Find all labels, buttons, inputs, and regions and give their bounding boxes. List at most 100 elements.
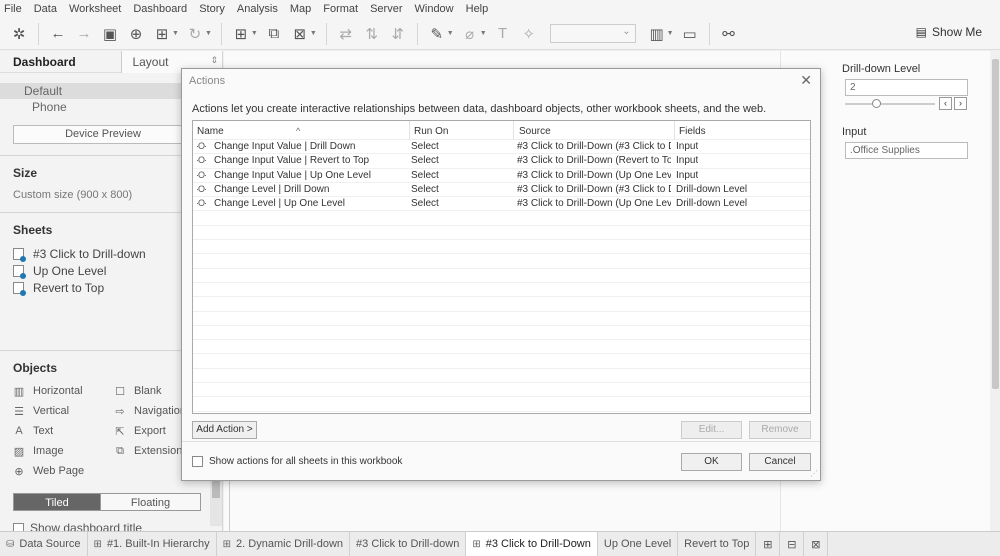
- dialog-title: Actions: [189, 75, 226, 87]
- menu-file[interactable]: File: [4, 3, 22, 15]
- sort-ascending-icon[interactable]: ⇅: [361, 23, 383, 45]
- close-icon[interactable]: ✕: [800, 72, 812, 89]
- tab-built-in-hierarchy[interactable]: ⊞ #1. Built-In Hierarchy: [88, 531, 217, 556]
- chevron-down-icon[interactable]: ▼: [667, 30, 674, 37]
- show-me-button[interactable]: ▤ Show Me: [916, 25, 982, 39]
- new-datasource-icon[interactable]: ⊕: [125, 23, 147, 45]
- table-row[interactable]: ·O· Change Input Value | Drill Down Sele…: [193, 140, 810, 155]
- new-dashboard-icon[interactable]: ⊟: [780, 531, 805, 556]
- table-row[interactable]: ·O· Change Input Value | Revert to Top S…: [193, 154, 810, 169]
- menu-map[interactable]: Map: [290, 3, 311, 15]
- share-icon[interactable]: ⚯: [718, 23, 740, 45]
- export-icon: ⇱: [115, 425, 125, 438]
- undo-icon[interactable]: ←: [47, 23, 69, 45]
- table-row[interactable]: ·O· Change Input Value | Up One Level Se…: [193, 169, 810, 183]
- menu-server[interactable]: Server: [370, 3, 402, 15]
- pause-updates-icon[interactable]: ⊞: [151, 23, 173, 45]
- table-row[interactable]: ·O· Change Level | Up One Level Select #…: [193, 197, 810, 212]
- chevron-down-icon[interactable]: ▼: [205, 30, 212, 37]
- chevron-down-icon[interactable]: ▼: [251, 30, 258, 37]
- object-vertical[interactable]: ☰ Vertical: [13, 403, 114, 419]
- column-run-on[interactable]: Run On: [414, 126, 448, 137]
- group-icon[interactable]: ⌀: [459, 23, 481, 45]
- column-source[interactable]: Source: [519, 126, 551, 137]
- menu-format[interactable]: Format: [323, 3, 358, 15]
- tab-click-to-drill-down-sheet[interactable]: #3 Click to Drill-down: [350, 531, 467, 556]
- menu-story[interactable]: Story: [199, 3, 225, 15]
- toolbar-separator: [38, 22, 39, 45]
- show-all-actions-checkbox[interactable]: Show actions for all sheets in this work…: [192, 456, 402, 467]
- pin-icon[interactable]: ✧: [518, 23, 540, 45]
- empty-row: [193, 283, 810, 298]
- scrollbar-thumb[interactable]: [212, 478, 220, 498]
- object-label: Image: [33, 445, 64, 457]
- fit-dropdown[interactable]: [549, 24, 636, 43]
- add-action-button[interactable]: Add Action >: [192, 421, 257, 439]
- presentation-mode-icon[interactable]: ▭: [679, 23, 701, 45]
- right-scrollbar[interactable]: [990, 51, 1000, 531]
- slider-knob[interactable]: [872, 99, 881, 108]
- drill-level-slider[interactable]: [845, 99, 935, 108]
- menu-data[interactable]: Data: [34, 3, 57, 15]
- empty-row: [193, 254, 810, 269]
- cancel-button[interactable]: Cancel: [749, 453, 811, 471]
- chevron-left-icon[interactable]: ‹: [939, 97, 952, 110]
- ok-button[interactable]: OK: [681, 453, 742, 471]
- column-fields[interactable]: Fields: [679, 126, 706, 137]
- tab-revert-to-top[interactable]: Revert to Top: [678, 531, 757, 556]
- sort-descending-icon[interactable]: ⇵: [387, 23, 409, 45]
- input-field[interactable]: .Office Supplies: [845, 142, 968, 159]
- clear-sheet-icon[interactable]: ⊠: [289, 23, 311, 45]
- redo-icon[interactable]: →: [73, 23, 95, 45]
- floating-button[interactable]: Floating: [101, 493, 201, 511]
- menu-dashboard[interactable]: Dashboard: [133, 3, 187, 15]
- tab-label: #3 Click to Drill-down: [356, 538, 460, 550]
- chevron-down-icon[interactable]: ▼: [480, 30, 487, 37]
- menu-help[interactable]: Help: [466, 3, 489, 15]
- new-sheet-icon[interactable]: ⊞: [230, 23, 252, 45]
- edit-button[interactable]: Edit...: [681, 421, 742, 439]
- object-web-page[interactable]: ⊕ Web Page: [13, 463, 114, 479]
- menu-analysis[interactable]: Analysis: [237, 3, 278, 15]
- tab-dynamic-drill-down[interactable]: ⊞ 2. Dynamic Drill-down: [217, 531, 351, 556]
- save-icon[interactable]: ▣: [99, 23, 121, 45]
- tab-dashboard[interactable]: Dashboard: [0, 55, 121, 69]
- scrollbar-thumb[interactable]: [992, 59, 999, 389]
- canvas-border: [229, 481, 774, 531]
- drill-level-input[interactable]: 2: [845, 79, 968, 96]
- menu-window[interactable]: Window: [415, 3, 454, 15]
- remove-button[interactable]: Remove: [749, 421, 811, 439]
- tableau-logo-icon[interactable]: ✲: [8, 23, 30, 45]
- checkbox[interactable]: [192, 456, 203, 467]
- object-horizontal[interactable]: ▥ Horizontal: [13, 383, 114, 399]
- menu-worksheet[interactable]: Worksheet: [69, 3, 121, 15]
- table-row[interactable]: ·O· Change Level | Drill Down Select #3 …: [193, 183, 810, 198]
- tab-label: Data Source: [19, 538, 81, 550]
- chevron-down-icon[interactable]: ▼: [447, 30, 454, 37]
- chevron-down-icon[interactable]: ▼: [310, 30, 317, 37]
- column-separator: [513, 121, 514, 140]
- chevron-right-icon[interactable]: ›: [954, 97, 967, 110]
- object-image[interactable]: ▨ Image: [13, 443, 114, 459]
- action-icon: ·O·: [196, 198, 206, 209]
- new-worksheet-icon[interactable]: ⊞: [756, 531, 781, 556]
- object-text[interactable]: A Text: [13, 423, 114, 439]
- duplicate-sheet-icon[interactable]: ⧉: [263, 23, 285, 45]
- empty-row: [193, 269, 810, 283]
- device-preview-button[interactable]: Device Preview: [13, 125, 193, 144]
- card-icon[interactable]: ▥: [646, 23, 668, 45]
- tab-click-to-drill-down-dashboard[interactable]: ⊞ #3 Click to Drill-Down: [466, 531, 598, 556]
- label-icon[interactable]: T: [492, 23, 514, 45]
- tab-data-source[interactable]: ⛁ Data Source: [0, 531, 88, 556]
- highlight-icon[interactable]: ✎: [426, 23, 448, 45]
- refresh-icon[interactable]: ↻: [184, 23, 206, 45]
- column-name[interactable]: Name: [197, 126, 224, 137]
- action-icon: ·O·: [196, 183, 206, 194]
- tab-up-one-level[interactable]: Up One Level: [598, 531, 679, 556]
- chevron-down-icon[interactable]: ▼: [172, 30, 179, 37]
- new-story-icon[interactable]: ⊠: [804, 531, 829, 556]
- resize-grip-icon[interactable]: ⋰: [810, 469, 818, 478]
- pane-scrollbar[interactable]: [210, 474, 222, 526]
- swap-icon[interactable]: ⇄: [335, 23, 357, 45]
- tiled-button[interactable]: Tiled: [13, 493, 101, 511]
